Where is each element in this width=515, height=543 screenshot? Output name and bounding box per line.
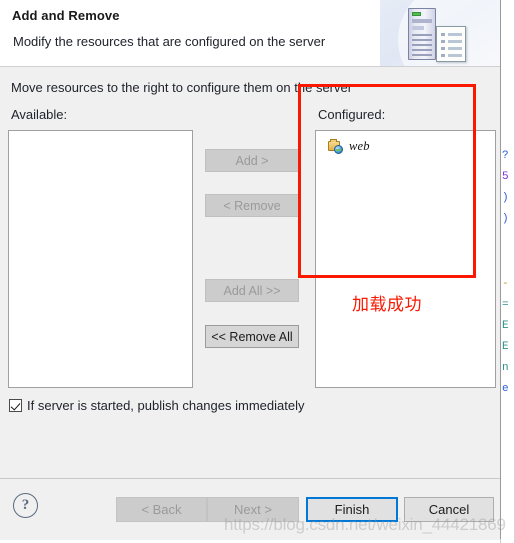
finish-button[interactable]: Finish: [306, 497, 398, 522]
publish-immediately-checkbox[interactable]: [9, 399, 22, 412]
remove-button[interactable]: < Remove: [205, 194, 299, 217]
add-button[interactable]: Add >: [205, 149, 299, 172]
dialog-header: Add and Remove Modify the resources that…: [0, 0, 500, 67]
document-icon: [436, 26, 466, 62]
list-item-label: web: [349, 138, 370, 153]
configured-label: Configured:: [318, 107, 386, 122]
list-item[interactable]: web: [328, 137, 495, 155]
next-button[interactable]: Next >: [207, 497, 299, 522]
publish-immediately-row[interactable]: If server is started, publish changes im…: [9, 398, 304, 413]
server-tower-icon: [408, 8, 436, 60]
page-subtitle: Modify the resources that are configured…: [13, 34, 326, 49]
back-button[interactable]: < Back: [116, 497, 207, 522]
annotation-note: 加载成功: [352, 295, 422, 315]
instruction-text: Move resources to the right to configure…: [11, 80, 353, 95]
help-icon[interactable]: ?: [13, 493, 38, 518]
remove-all-button[interactable]: << Remove All: [205, 325, 299, 348]
background-code-strip: ? 5 ) ) - = E E n e: [502, 150, 509, 395]
available-resources-list[interactable]: [8, 130, 193, 388]
available-label: Available:: [11, 107, 68, 122]
publish-immediately-label: If server is started, publish changes im…: [27, 398, 305, 413]
screenshot-root: ? 5 ) ) - = E E n e Add and Remove Modif…: [0, 0, 515, 543]
web-module-icon: [328, 138, 343, 154]
add-all-button[interactable]: Add All >>: [205, 279, 299, 302]
dialog-body: Move resources to the right to configure…: [0, 67, 500, 478]
configured-resources-list[interactable]: web: [315, 130, 496, 388]
add-and-remove-dialog: Add and Remove Modify the resources that…: [0, 0, 501, 540]
page-title: Add and Remove: [12, 8, 120, 23]
header-banner-graphic: [380, 0, 500, 66]
cancel-button[interactable]: Cancel: [404, 497, 494, 522]
